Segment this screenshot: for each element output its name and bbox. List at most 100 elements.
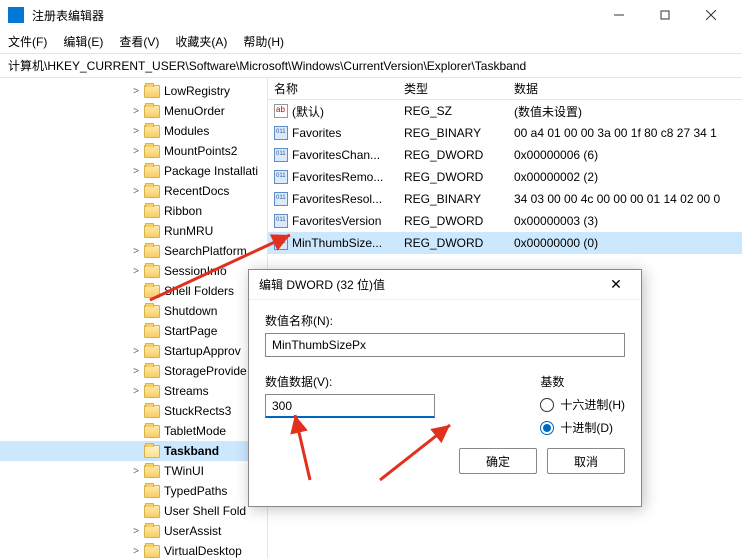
dialog-title: 编辑 DWORD (32 位)值 <box>259 276 601 293</box>
edit-dword-dialog: 编辑 DWORD (32 位)值 ✕ 数值名称(N): 数值数据(V): 基数 … <box>248 269 642 507</box>
close-button[interactable] <box>688 0 734 30</box>
chevron-icon: > <box>130 126 142 137</box>
list-header: 名称 类型 数据 <box>268 78 742 100</box>
minimize-button[interactable] <box>596 0 642 30</box>
tree-item-shell-folders[interactable]: Shell Folders <box>0 281 267 301</box>
tree-item-runmru[interactable]: RunMRU <box>0 221 267 241</box>
menu-favorites[interactable]: 收藏夹(A) <box>175 33 227 50</box>
tree-item-startpage[interactable]: StartPage <box>0 321 267 341</box>
dialog-close-button[interactable]: ✕ <box>601 276 631 293</box>
folder-icon <box>144 225 160 238</box>
tree-label: Streams <box>164 384 209 398</box>
list-row[interactable]: (默认)REG_SZ(数值未设置) <box>268 100 742 122</box>
value-data: 34 03 00 00 4c 00 00 00 01 14 02 00 0 <box>508 192 742 206</box>
menu-view[interactable]: 查看(V) <box>119 33 159 50</box>
radio-hex[interactable]: 十六进制(H) <box>540 396 625 413</box>
tree-item-sessioninfo[interactable]: > SessionInfo <box>0 261 267 281</box>
folder-icon <box>144 85 160 98</box>
tree-item-typedpaths[interactable]: TypedPaths <box>0 481 267 501</box>
tree-item-mountpoints2[interactable]: >MountPoints2 <box>0 141 267 161</box>
tree-item-menuorder[interactable]: >MenuOrder <box>0 101 267 121</box>
tree-item-storageprovide[interactable]: >StorageProvide <box>0 361 267 381</box>
tree-item-user-shell-fold[interactable]: User Shell Fold <box>0 501 267 521</box>
value-name: MinThumbSize... <box>292 236 382 250</box>
tree-label: Shutdown <box>164 304 217 318</box>
list-row[interactable]: FavoritesREG_BINARY00 a4 01 00 00 3a 00 … <box>268 122 742 144</box>
tree-label: StartPage <box>164 324 217 338</box>
tree-item-userassist[interactable]: >UserAssist <box>0 521 267 541</box>
address-text: 计算机\HKEY_CURRENT_USER\Software\Microsoft… <box>8 57 526 74</box>
list-row[interactable]: MinThumbSize...REG_DWORD0x00000000 (0) <box>268 232 742 254</box>
tree-item-ribbon[interactable]: Ribbon <box>0 201 267 221</box>
tree-label: Package Installati <box>164 164 258 178</box>
chevron-icon: > <box>130 386 142 397</box>
tree-label: TabletMode <box>164 424 226 438</box>
chevron-icon: > <box>130 186 142 197</box>
folder-icon <box>144 545 160 558</box>
chevron-icon: > <box>130 166 142 177</box>
tree-label: TypedPaths <box>164 484 227 498</box>
menu-help[interactable]: 帮助(H) <box>243 33 284 50</box>
menu-file[interactable]: 文件(F) <box>8 33 47 50</box>
tree-label: Modules <box>164 124 209 138</box>
radio-dec[interactable]: 十进制(D) <box>540 419 625 436</box>
value-type: REG_BINARY <box>398 126 508 140</box>
cancel-button[interactable]: 取消 <box>547 448 625 474</box>
tree-item-streams[interactable]: > Streams <box>0 381 267 401</box>
ok-button[interactable]: 确定 <box>459 448 537 474</box>
tree-label: SessionInfo <box>164 264 227 278</box>
folder-icon <box>144 385 160 398</box>
folder-icon <box>144 185 160 198</box>
data-input[interactable] <box>265 394 435 418</box>
col-type[interactable]: 类型 <box>398 80 508 97</box>
tree-item-lowregistry[interactable]: > LowRegistry <box>0 81 267 101</box>
chevron-icon: > <box>130 266 142 277</box>
value-data: 0x00000000 (0) <box>508 236 742 250</box>
folder-icon <box>144 445 160 458</box>
list-row[interactable]: FavoritesChan...REG_DWORD0x00000006 (6) <box>268 144 742 166</box>
folder-icon <box>144 125 160 138</box>
binary-icon <box>274 148 288 162</box>
tree-item-twinui[interactable]: >TWinUI <box>0 461 267 481</box>
folder-icon <box>144 405 160 418</box>
list-row[interactable]: FavoritesVersionREG_DWORD0x00000003 (3) <box>268 210 742 232</box>
value-name: Favorites <box>292 126 341 140</box>
tree-item-package-installati[interactable]: > Package Installati <box>0 161 267 181</box>
tree-item-taskband[interactable]: Taskband <box>0 441 267 461</box>
binary-icon <box>274 170 288 184</box>
binary-icon <box>274 214 288 228</box>
tree-item-shutdown[interactable]: Shutdown <box>0 301 267 321</box>
tree-label: StartupApprov <box>164 344 241 358</box>
folder-icon <box>144 525 160 538</box>
tree-item-modules[interactable]: > Modules <box>0 121 267 141</box>
name-input[interactable] <box>265 333 625 357</box>
string-icon <box>274 104 288 118</box>
chevron-icon: > <box>130 366 142 377</box>
folder-icon <box>144 505 160 518</box>
dialog-titlebar: 编辑 DWORD (32 位)值 ✕ <box>249 270 641 300</box>
col-data[interactable]: 数据 <box>508 80 742 97</box>
menu-edit[interactable]: 编辑(E) <box>63 33 103 50</box>
tree-item-tabletmode[interactable]: TabletMode <box>0 421 267 441</box>
binary-icon <box>274 126 288 140</box>
tree-label: LowRegistry <box>164 84 230 98</box>
binary-icon <box>274 236 288 250</box>
address-bar[interactable]: 计算机\HKEY_CURRENT_USER\Software\Microsoft… <box>0 54 742 78</box>
chevron-icon: > <box>130 146 142 157</box>
col-name[interactable]: 名称 <box>268 80 398 97</box>
tree-item-virtualdesktop[interactable]: >VirtualDesktop <box>0 541 267 558</box>
value-name: FavoritesVersion <box>292 214 381 228</box>
tree-label: TWinUI <box>164 464 204 478</box>
tree-label: SearchPlatform <box>164 244 247 258</box>
tree-item-recentdocs[interactable]: >RecentDocs <box>0 181 267 201</box>
folder-icon <box>144 145 160 158</box>
tree-panel[interactable]: > LowRegistry >MenuOrder > Modules >MountPoin… <box>0 78 268 558</box>
tree-item-searchplatform[interactable]: >SearchPlatform <box>0 241 267 261</box>
maximize-button[interactable] <box>642 0 688 30</box>
list-row[interactable]: FavoritesResol...REG_BINARY34 03 00 00 4… <box>268 188 742 210</box>
tree-item-startupapprov[interactable]: >StartupApprov <box>0 341 267 361</box>
tree-item-stuckrects3[interactable]: StuckRects3 <box>0 401 267 421</box>
list-row[interactable]: FavoritesRemo...REG_DWORD0x00000002 (2) <box>268 166 742 188</box>
chevron-icon: > <box>130 86 142 97</box>
app-icon <box>8 7 24 23</box>
